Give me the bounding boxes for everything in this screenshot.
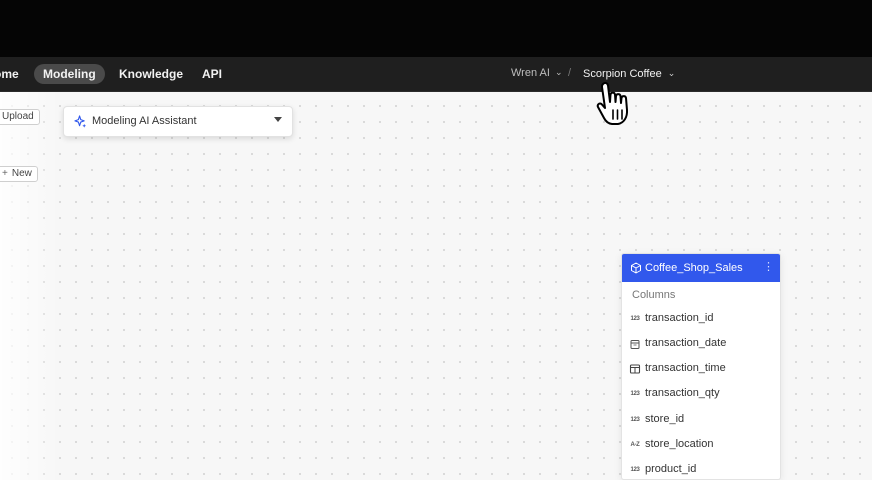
column-name: product_id bbox=[645, 463, 697, 475]
column-row[interactable]: transaction_date bbox=[622, 334, 780, 356]
model-card[interactable]: Coffee_Shop_Sales ⋮ Columns 123 transact… bbox=[621, 253, 781, 480]
column-name: transaction_id bbox=[645, 312, 714, 324]
nav-api[interactable]: API bbox=[202, 64, 222, 84]
column-name: transaction_date bbox=[645, 337, 727, 349]
column-row[interactable]: 123 store_id bbox=[622, 410, 780, 432]
model-name: Coffee_Shop_Sales bbox=[645, 262, 743, 274]
nav-knowledge[interactable]: Knowledge bbox=[119, 64, 183, 84]
number-type-icon: 123 bbox=[630, 391, 640, 397]
model-card-header[interactable]: Coffee_Shop_Sales ⋮ bbox=[622, 254, 780, 282]
new-button-label: New bbox=[11, 168, 32, 179]
number-type-icon: 123 bbox=[630, 316, 640, 322]
column-row[interactable]: A-Z store_location bbox=[622, 435, 780, 457]
columns-section-label: Columns bbox=[632, 289, 676, 301]
column-row[interactable]: 123 transaction_id bbox=[622, 309, 780, 331]
more-vertical-icon[interactable]: ⋮ bbox=[763, 260, 774, 274]
plus-icon: + bbox=[2, 168, 8, 179]
caret-down-icon bbox=[274, 117, 282, 122]
column-row[interactable]: 123 transaction_qty bbox=[622, 384, 780, 406]
text-type-icon: A-Z bbox=[630, 442, 640, 448]
column-name: transaction_time bbox=[645, 362, 726, 374]
column-name: store_location bbox=[645, 438, 714, 450]
project-name: Scorpion Coffee bbox=[583, 68, 662, 80]
column-name: transaction_qty bbox=[645, 387, 720, 399]
column-row[interactable]: transaction_time bbox=[622, 359, 780, 381]
chevron-down-icon: ⌄ bbox=[667, 68, 676, 78]
nav-modeling[interactable]: Modeling bbox=[34, 64, 105, 84]
hand-pointer-cursor-icon bbox=[596, 81, 629, 125]
column-row[interactable]: 123 product_id bbox=[622, 460, 780, 479]
column-name: store_id bbox=[645, 413, 685, 425]
sparkle-icon bbox=[74, 115, 87, 128]
time-icon bbox=[629, 364, 641, 374]
breadcrumb-separator: / bbox=[568, 67, 572, 79]
chevron-down-icon: ⌄ bbox=[554, 67, 563, 77]
assistant-label: Modeling AI Assistant bbox=[92, 115, 197, 127]
number-type-icon: 123 bbox=[630, 467, 640, 473]
product-switcher[interactable]: Wren AI ⌄ bbox=[511, 67, 562, 79]
calendar-icon bbox=[630, 340, 640, 349]
product-name: Wren AI bbox=[511, 67, 550, 79]
top-navbar: ome Modeling Knowledge API Wren AI ⌄ / Sc… bbox=[0, 57, 872, 92]
upload-button[interactable]: Upload bbox=[0, 109, 40, 125]
new-button[interactable]: + New bbox=[0, 166, 38, 182]
top-black-bar bbox=[0, 0, 872, 57]
modeling-ai-assistant-dropdown[interactable]: Modeling AI Assistant bbox=[63, 106, 293, 137]
sidebar-edge bbox=[0, 92, 60, 480]
nav-home[interactable]: ome bbox=[0, 64, 19, 84]
number-type-icon: 123 bbox=[630, 417, 640, 423]
cube-icon bbox=[631, 262, 641, 274]
